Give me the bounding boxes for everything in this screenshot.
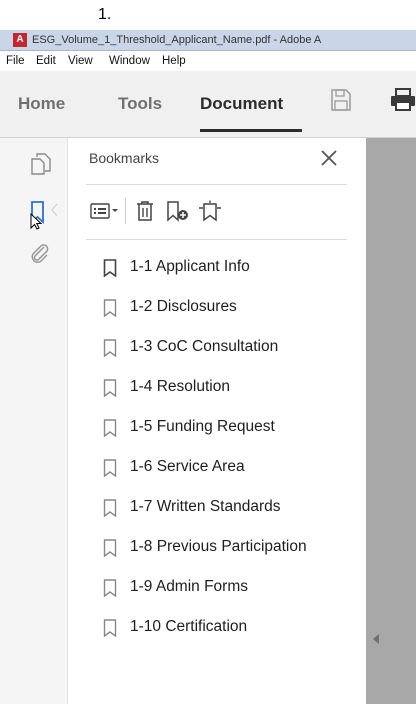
bookmark-label: 1-7 Written Standards: [130, 498, 281, 515]
attachment-icon[interactable]: [29, 242, 51, 269]
print-icon[interactable]: [390, 88, 416, 117]
bookmarks-panel: Bookmarks 1-1 Applicant Info 1-2 Disclos…: [68, 138, 365, 704]
window-titlebar: A ESG_Volume_1_Threshold_Applicant_Name.…: [0, 30, 416, 51]
bookmark-label: 1-5 Funding Request: [130, 418, 275, 435]
active-tab-indicator: [200, 129, 302, 132]
tab-home[interactable]: Home: [18, 94, 65, 114]
bookmark-label: 1-3 CoC Consultation: [130, 338, 279, 355]
expand-bookmark-icon[interactable]: [198, 200, 222, 227]
panel-divider: [86, 184, 347, 185]
bookmark-icon[interactable]: [30, 200, 62, 235]
options-menu-icon[interactable]: [90, 200, 120, 227]
bookmark-label: 1-6 Service Area: [130, 458, 245, 475]
acrobat-app-icon: A: [13, 33, 27, 47]
pages-icon[interactable]: [30, 152, 52, 181]
menu-bar: File Edit View Window Help: [0, 51, 416, 71]
menu-help[interactable]: Help: [162, 55, 186, 67]
toolbar-bottom-divider: [86, 239, 347, 240]
new-bookmark-icon[interactable]: [166, 200, 190, 227]
document-view-area: [366, 138, 416, 704]
tab-tools[interactable]: Tools: [118, 94, 162, 114]
navigation-rail: [0, 138, 68, 704]
tab-document[interactable]: Document: [200, 94, 283, 114]
menu-window[interactable]: Window: [109, 55, 150, 67]
bookmark-label: 1-10 Certification: [130, 618, 248, 635]
panel-title: Bookmarks: [89, 150, 160, 166]
bookmark-label: 1-9 Admin Forms: [130, 578, 249, 595]
main-toolbar: Home Tools Document: [0, 71, 416, 138]
menu-view[interactable]: View: [68, 55, 93, 67]
save-icon[interactable]: [330, 88, 352, 117]
collapse-panel-icon[interactable]: [373, 631, 379, 649]
delete-bookmark-icon[interactable]: [135, 200, 155, 227]
toolbar-divider: [125, 198, 126, 224]
window-title: ESG_Volume_1_Threshold_Applicant_Name.pd…: [32, 34, 322, 46]
bookmark-label: 1-1 Applicant Info: [130, 258, 250, 275]
close-icon[interactable]: [320, 149, 338, 172]
annotation-label: 1.: [98, 6, 112, 23]
menu-file[interactable]: File: [6, 55, 25, 67]
bookmark-label: 1-8 Previous Participation: [130, 538, 307, 555]
bookmark-label: 1-2 Disclosures: [130, 298, 237, 315]
bookmark-label: 1-4 Resolution: [130, 378, 230, 395]
menu-edit[interactable]: Edit: [36, 55, 56, 67]
